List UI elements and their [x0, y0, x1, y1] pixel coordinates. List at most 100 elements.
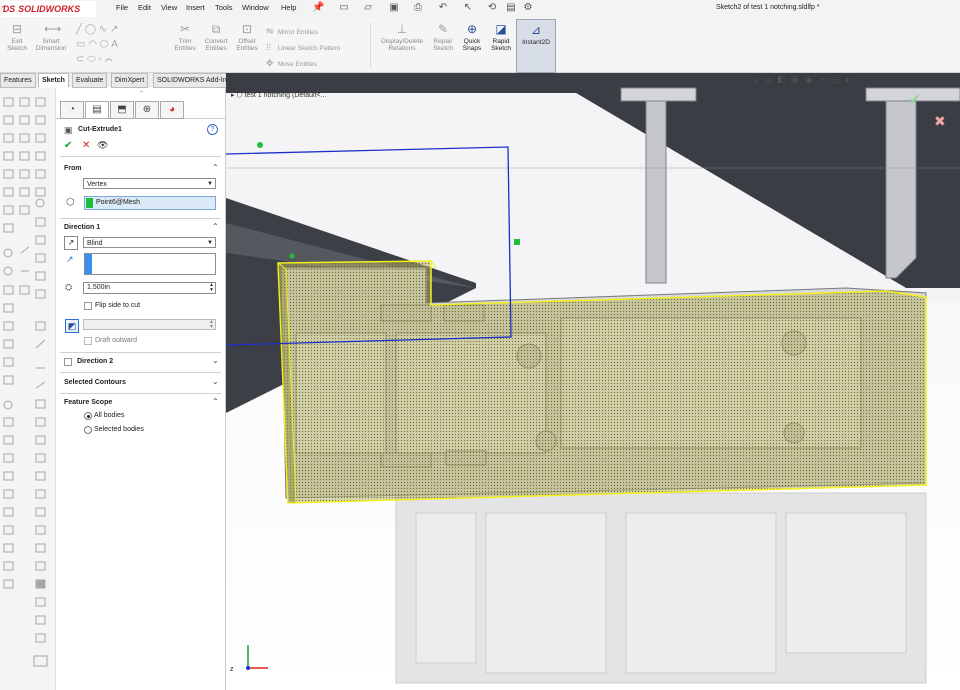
- direction1-collapse-caret-icon[interactable]: ⌃: [212, 222, 219, 231]
- ellipse-icon[interactable]: ⬭: [87, 54, 96, 65]
- select-icon[interactable]: ↖: [462, 2, 474, 14]
- direction2-checkbox[interactable]: [64, 358, 72, 366]
- tab-features[interactable]: Features: [0, 73, 36, 88]
- reverse-direction-icon[interactable]: ↗: [64, 236, 78, 250]
- save-icon[interactable]: ▣: [388, 2, 400, 14]
- from-selection-box[interactable]: Point6@Mesh: [84, 196, 216, 210]
- polygon-icon[interactable]: ⬡: [100, 39, 109, 50]
- direction-vector-selection-box[interactable]: [84, 253, 216, 275]
- menu-window[interactable]: Window: [242, 3, 269, 12]
- left-toolbar-icons[interactable]: [0, 88, 55, 688]
- convert-entities-button[interactable]: ⧉ Convert Entities: [200, 22, 232, 52]
- cancel-x-icon[interactable]: ✕: [82, 140, 90, 151]
- display-manager-tab-icon[interactable]: ◕: [160, 101, 184, 119]
- arc-icon[interactable]: ◠: [88, 39, 97, 50]
- menu-view[interactable]: View: [161, 3, 177, 12]
- panel-collapse-icon[interactable]: ⌃: [139, 90, 144, 97]
- sketch-point[interactable]: [289, 253, 295, 259]
- menu-help[interactable]: Help: [281, 3, 296, 12]
- smart-dimension-icon: ⟷: [44, 22, 62, 36]
- model-view[interactable]: z: [226, 73, 960, 690]
- selected-contours-expand-caret-icon[interactable]: ⌄: [212, 377, 219, 386]
- spin-buttons-icon[interactable]: ▲ ▼: [209, 283, 214, 293]
- line-icon[interactable]: ╱: [76, 24, 82, 35]
- text-icon[interactable]: A: [111, 39, 118, 50]
- feature-manager-tab-icon[interactable]: ◔: [60, 101, 84, 119]
- feature-scope-collapse-caret-icon[interactable]: ⌃: [212, 397, 219, 406]
- solidworks-logo[interactable]: ƊS SOLIDWORKS: [2, 1, 96, 17]
- menu-insert[interactable]: Insert: [186, 3, 205, 12]
- all-bodies-label: All bodies: [94, 412, 125, 419]
- end-condition-select[interactable]: Blind ▼: [83, 237, 216, 248]
- dimxpert-manager-tab-icon[interactable]: ⊕: [135, 101, 159, 119]
- trim-entities-button[interactable]: ✂ Trim Entities: [170, 22, 200, 52]
- section-divider: [60, 218, 221, 219]
- graphics-area[interactable]: z ▸ ⬡ test 1 notching (Default<... ⌕ ⊡ ◧…: [226, 73, 960, 690]
- tab-sketch[interactable]: Sketch: [38, 73, 69, 88]
- point-icon[interactable]: ▫: [99, 54, 103, 65]
- pin-icon[interactable]: 📌: [312, 2, 324, 14]
- property-manager-tab-icon[interactable]: ▤: [85, 101, 109, 119]
- mirror-entities-button[interactable]: ⇋ Mirror Entities: [266, 26, 318, 37]
- circle-icon[interactable]: ◯: [85, 24, 96, 35]
- selected-bodies-radio[interactable]: [84, 426, 92, 434]
- undo-icon[interactable]: ↶: [437, 2, 449, 14]
- from-collapse-caret-icon[interactable]: ⌃: [212, 163, 219, 172]
- fillet-icon[interactable]: ⌒: [105, 54, 113, 65]
- configuration-manager-tab-icon[interactable]: ⬒: [110, 101, 134, 119]
- repair-sketch-button[interactable]: ✎ Repair Sketch: [430, 22, 456, 52]
- tab-dimxpert[interactable]: DimXpert: [111, 73, 149, 88]
- sketch-point-selected[interactable]: [257, 142, 263, 148]
- sketch-entities-group[interactable]: ╱ ◯ ∿ ↗ ▭ ◠ ⬡ A ⊂ ⬭ ▫ ⌒: [76, 22, 166, 68]
- options-gear-icon[interactable]: ⚙: [522, 2, 534, 14]
- draft-toggle-icon[interactable]: ◩: [65, 319, 79, 333]
- cancel-x-corner-icon[interactable]: ✖: [934, 113, 946, 130]
- menu-tools[interactable]: Tools: [215, 3, 233, 12]
- file-properties-icon[interactable]: ▤: [505, 2, 517, 14]
- linear-sketch-pattern-button[interactable]: ⁞⁞ Linear Sketch Pattern: [266, 42, 340, 52]
- instant2d-button[interactable]: ⊿ Instant2D: [516, 19, 556, 73]
- slot-icon[interactable]: ⊂: [76, 54, 84, 65]
- spline-icon[interactable]: ∿: [99, 24, 107, 35]
- selected-bodies-label: Selected bodies: [94, 426, 144, 433]
- all-bodies-radio[interactable]: [84, 412, 92, 420]
- flip-side-to-cut-checkbox[interactable]: [84, 302, 92, 310]
- menu-edit[interactable]: Edit: [138, 3, 151, 12]
- heads-up-toolbar[interactable]: ⌕ ⊡ ◧ ▣ ◈ ◔ ▭ ◐: [754, 75, 853, 86]
- print-icon[interactable]: ⎙: [412, 2, 424, 14]
- confirm-check-icon[interactable]: ✔: [909, 91, 921, 108]
- depth-input[interactable]: 1.500in ▲ ▼: [83, 282, 216, 294]
- svg-text:z: z: [230, 666, 234, 673]
- display-delete-relations-button[interactable]: ⊥ Display/Delete Relations: [376, 22, 428, 52]
- spin-buttons-icon[interactable]: ▲ ▼: [209, 320, 214, 330]
- direction2-expand-caret-icon[interactable]: ⌄: [212, 356, 219, 365]
- move-entities-button[interactable]: ✥ Move Entities: [266, 58, 317, 69]
- draft-outward-checkbox[interactable]: [84, 337, 92, 345]
- rapid-sketch-icon: ◪: [495, 22, 507, 36]
- feature-tree-flyout[interactable]: ▸ ⬡ test 1 notching (Default<...: [231, 91, 326, 99]
- left-toolbars: [0, 88, 56, 690]
- selection-color-swatch: [85, 254, 92, 274]
- help-icon[interactable]: ?: [207, 124, 218, 135]
- sketch-relation-marker[interactable]: [514, 239, 520, 245]
- detailed-preview-eye-icon[interactable]: 👁: [97, 140, 108, 151]
- rapid-sketch-button[interactable]: ◪ Rapid Sketch: [488, 22, 514, 52]
- exit-sketch-button[interactable]: ⊟ Exit Sketch: [4, 22, 30, 52]
- smart-line-icon[interactable]: ↗: [110, 24, 118, 35]
- offset-entities-button[interactable]: ⊡ Offset Entities: [233, 22, 261, 52]
- rebuild-icon[interactable]: ⟲: [486, 2, 498, 14]
- menu-file[interactable]: File: [116, 3, 128, 12]
- new-document-icon[interactable]: ▭: [338, 2, 350, 14]
- quick-snaps-button[interactable]: ⊕ Quick Snaps: [460, 22, 484, 52]
- rectangle-icon[interactable]: ▭: [76, 39, 85, 50]
- dropdown-arrow-icon: ▼: [207, 240, 213, 246]
- open-icon[interactable]: ▱: [362, 2, 374, 14]
- tab-solidworks-add-ins[interactable]: SOLIDWORKS Add-Ins: [153, 73, 235, 88]
- from-condition-select[interactable]: Vertex ▼: [83, 178, 216, 189]
- offset-entities-icon: ⊡: [241, 22, 253, 36]
- ok-check-icon[interactable]: ✔: [64, 140, 72, 151]
- smart-dimension-button[interactable]: ⟷ Smart Dimension: [32, 22, 70, 52]
- draft-angle-input[interactable]: ▲ ▼: [83, 319, 216, 330]
- flip-side-to-cut-label: Flip side to cut: [95, 302, 141, 309]
- tab-evaluate[interactable]: Evaluate: [72, 73, 108, 88]
